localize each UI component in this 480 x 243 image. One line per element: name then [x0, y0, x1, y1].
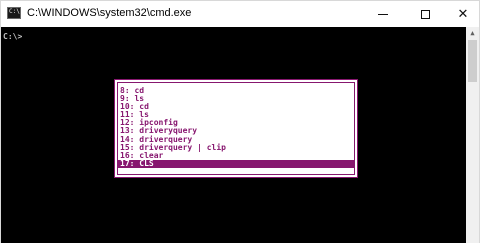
- command-history-popup: 8: cd 9: ls 10: cd 11: ls 12: ipconfig 1…: [114, 79, 358, 178]
- command-prompt: C:\>: [3, 32, 23, 41]
- app-icon-glyph: C:\: [9, 8, 20, 15]
- vertical-scrollbar[interactable]: ▲: [466, 27, 479, 243]
- minimize-icon: [378, 13, 388, 15]
- scroll-up-arrow-icon[interactable]: ▲: [466, 27, 479, 39]
- window-title: C:\WINDOWS\system32\cmd.exe: [27, 7, 192, 19]
- scroll-thumb[interactable]: [468, 40, 477, 82]
- history-item-selected[interactable]: 17: CLS: [118, 159, 354, 168]
- close-button[interactable]: ✕: [447, 1, 479, 27]
- cmd-window: C:\ C:\WINDOWS\system32\cmd.exe ✕ C:\> ▲…: [0, 0, 480, 243]
- title-bar[interactable]: C:\ C:\WINDOWS\system32\cmd.exe ✕: [1, 1, 479, 27]
- history-item[interactable]: 8: cd: [118, 86, 354, 95]
- maximize-icon: [420, 9, 430, 19]
- close-icon: ✕: [457, 6, 469, 22]
- history-item[interactable]: 10: cd: [118, 103, 354, 111]
- minimize-button[interactable]: [367, 1, 399, 27]
- maximize-button[interactable]: [409, 1, 441, 27]
- cmd-app-icon[interactable]: C:\: [7, 7, 21, 19]
- history-item[interactable]: 9: ls: [118, 94, 354, 103]
- command-history-list: 8: cd 9: ls 10: cd 11: ls 12: ipconfig 1…: [117, 82, 355, 175]
